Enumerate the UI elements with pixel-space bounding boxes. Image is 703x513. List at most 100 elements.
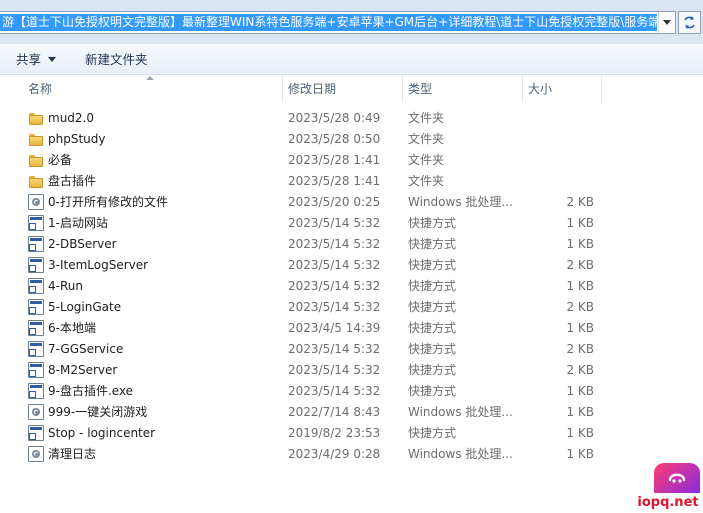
address-path[interactable]: 游【道士下山免授权明文完整版】最新整理WIN系特色服务端+安卓苹果+GM后台+详… xyxy=(0,14,657,31)
file-row[interactable]: 清理日志 2023/4/29 0:28 Windows 批处理... 1 KB xyxy=(0,444,703,465)
file-row[interactable]: Stop - logincenter 2019/8/2 23:53 快捷方式 1 KB xyxy=(0,423,703,444)
file-name: 7-GGService xyxy=(48,342,124,356)
file-row[interactable]: mud2.0 2023/5/28 0:49 文件夹 xyxy=(0,108,703,129)
column-divider[interactable] xyxy=(402,76,403,102)
file-size: 1 KB xyxy=(566,321,594,335)
file-row[interactable]: 999-一键关闭游戏 2022/7/14 8:43 Windows 批处理... 1 … xyxy=(0,402,703,423)
file-row[interactable]: 3-ItemLogServer 2023/5/14 5:32 快捷方式 2 KB xyxy=(0,255,703,276)
file-row[interactable]: 2-DBServer 2023/5/14 5:32 快捷方式 1 KB xyxy=(0,234,703,255)
file-size: 1 KB xyxy=(566,216,594,230)
file-type: Windows 批处理... xyxy=(408,447,513,461)
address-dropdown-icon[interactable] xyxy=(658,12,675,33)
file-row[interactable]: 0-打开所有修改的文件 2023/5/20 0:25 Windows 批处理... 2… xyxy=(0,192,703,213)
shortcut-icon xyxy=(28,236,44,252)
share-label: 共享 xyxy=(16,52,42,67)
shortcut-arrow-icon xyxy=(30,287,35,292)
file-type: 文件夹 xyxy=(408,132,445,146)
file-row[interactable]: phpStudy 2023/5/28 0:50 文件夹 xyxy=(0,129,703,150)
file-date: 2023/5/14 5:32 xyxy=(288,237,381,251)
file-date: 2023/5/28 0:49 xyxy=(288,111,381,125)
file-type: 快捷方式 xyxy=(408,363,457,377)
shortcut-icon xyxy=(28,278,44,294)
header-date[interactable]: 修改日期 xyxy=(288,81,336,97)
file-type: 快捷方式 xyxy=(408,384,457,398)
shortcut-arrow-icon xyxy=(30,308,35,313)
folder-icon xyxy=(28,152,44,168)
file-row[interactable]: 6-本地端 2023/4/5 14:39 快捷方式 1 KB xyxy=(0,318,703,339)
shortcut-icon xyxy=(28,299,44,315)
file-date: 2023/5/14 5:32 xyxy=(288,363,381,377)
batch-file-icon xyxy=(28,404,44,420)
command-toolbar: 共享 新建文件夹 xyxy=(0,44,703,75)
folder-icon xyxy=(28,110,44,126)
file-date: 2023/4/29 0:28 xyxy=(288,447,381,461)
column-divider[interactable] xyxy=(282,76,283,102)
new-folder-button[interactable]: 新建文件夹 xyxy=(85,51,148,68)
file-size: 2 KB xyxy=(566,300,594,314)
watermark-logo-icon xyxy=(654,463,700,493)
file-name: 999-一键关闭游戏 xyxy=(48,405,148,419)
column-divider[interactable] xyxy=(522,76,523,102)
file-name: 9-盘古插件.exe xyxy=(48,384,134,398)
file-row[interactable]: 盘古插件 2023/5/28 1:41 文件夹 xyxy=(0,171,703,192)
batch-file-icon xyxy=(28,194,44,210)
header-type[interactable]: 类型 xyxy=(408,81,432,97)
column-divider[interactable] xyxy=(601,76,602,102)
shortcut-icon xyxy=(28,341,44,357)
file-type: 快捷方式 xyxy=(408,258,457,272)
file-size: 1 KB xyxy=(566,237,594,251)
file-size: 1 KB xyxy=(566,405,594,419)
file-row[interactable]: 8-M2Server 2023/5/14 5:32 快捷方式 2 KB xyxy=(0,360,703,381)
file-size xyxy=(520,153,594,168)
file-size: 1 KB xyxy=(566,447,594,461)
file-date: 2019/8/2 23:53 xyxy=(288,426,381,440)
sort-ascending-icon xyxy=(146,76,154,80)
file-size: 1 KB xyxy=(566,279,594,293)
shortcut-arrow-icon xyxy=(30,266,35,271)
file-name: 5-LoginGate xyxy=(48,300,122,314)
refresh-button[interactable] xyxy=(678,11,701,34)
file-size: 1 KB xyxy=(566,426,594,440)
shortcut-icon xyxy=(28,257,44,273)
file-row[interactable]: 必备 2023/5/28 1:41 文件夹 xyxy=(0,150,703,171)
file-type: 快捷方式 xyxy=(408,321,457,335)
file-date: 2023/5/28 1:41 xyxy=(288,174,381,188)
shortcut-icon xyxy=(28,320,44,336)
file-size xyxy=(520,111,594,126)
file-name: Stop - logincenter xyxy=(48,426,156,440)
file-row[interactable]: 1-启动网站 2023/5/14 5:32 快捷方式 1 KB xyxy=(0,213,703,234)
header-name[interactable]: 名称 xyxy=(28,81,52,97)
column-headers: 名称 修改日期 类型 大小 xyxy=(0,76,703,102)
shortcut-icon xyxy=(28,383,44,399)
file-date: 2023/5/14 5:32 xyxy=(288,258,381,272)
site-watermark: iopq.net xyxy=(633,463,703,513)
file-row[interactable]: 4-Run 2023/5/14 5:32 快捷方式 1 KB xyxy=(0,276,703,297)
file-name: 4-Run xyxy=(48,279,83,293)
file-date: 2023/5/28 1:41 xyxy=(288,153,381,167)
file-date: 2023/5/14 5:32 xyxy=(288,300,381,314)
file-size: 2 KB xyxy=(566,363,594,377)
file-type: 文件夹 xyxy=(408,111,445,125)
address-bar[interactable]: 游【道士下山免授权明文完整版】最新整理WIN系特色服务端+安卓苹果+GM后台+详… xyxy=(0,11,676,34)
file-date: 2023/5/28 0:50 xyxy=(288,132,381,146)
file-name: 6-本地端 xyxy=(48,321,96,335)
file-size xyxy=(520,174,594,189)
file-name: 必备 xyxy=(48,153,73,167)
file-date: 2023/5/14 5:32 xyxy=(288,216,381,230)
shortcut-icon xyxy=(28,215,44,231)
file-type: 文件夹 xyxy=(408,174,445,188)
folder-icon xyxy=(28,131,44,147)
shortcut-arrow-icon xyxy=(30,371,35,376)
file-row[interactable]: 9-盘古插件.exe 2023/5/14 5:32 快捷方式 1 KB xyxy=(0,381,703,402)
new-folder-label: 新建文件夹 xyxy=(85,52,148,67)
shortcut-arrow-icon xyxy=(30,245,35,250)
file-type: 文件夹 xyxy=(408,153,445,167)
file-row[interactable]: 7-GGService 2023/5/14 5:32 快捷方式 2 KB xyxy=(0,339,703,360)
header-size[interactable]: 大小 xyxy=(528,81,552,97)
file-date: 2023/5/14 5:32 xyxy=(288,384,381,398)
file-size: 2 KB xyxy=(566,258,594,272)
file-date: 2023/5/20 0:25 xyxy=(288,195,381,209)
file-name: 3-ItemLogServer xyxy=(48,258,149,272)
share-button[interactable]: 共享 xyxy=(16,51,57,68)
file-row[interactable]: 5-LoginGate 2023/5/14 5:32 快捷方式 2 KB xyxy=(0,297,703,318)
